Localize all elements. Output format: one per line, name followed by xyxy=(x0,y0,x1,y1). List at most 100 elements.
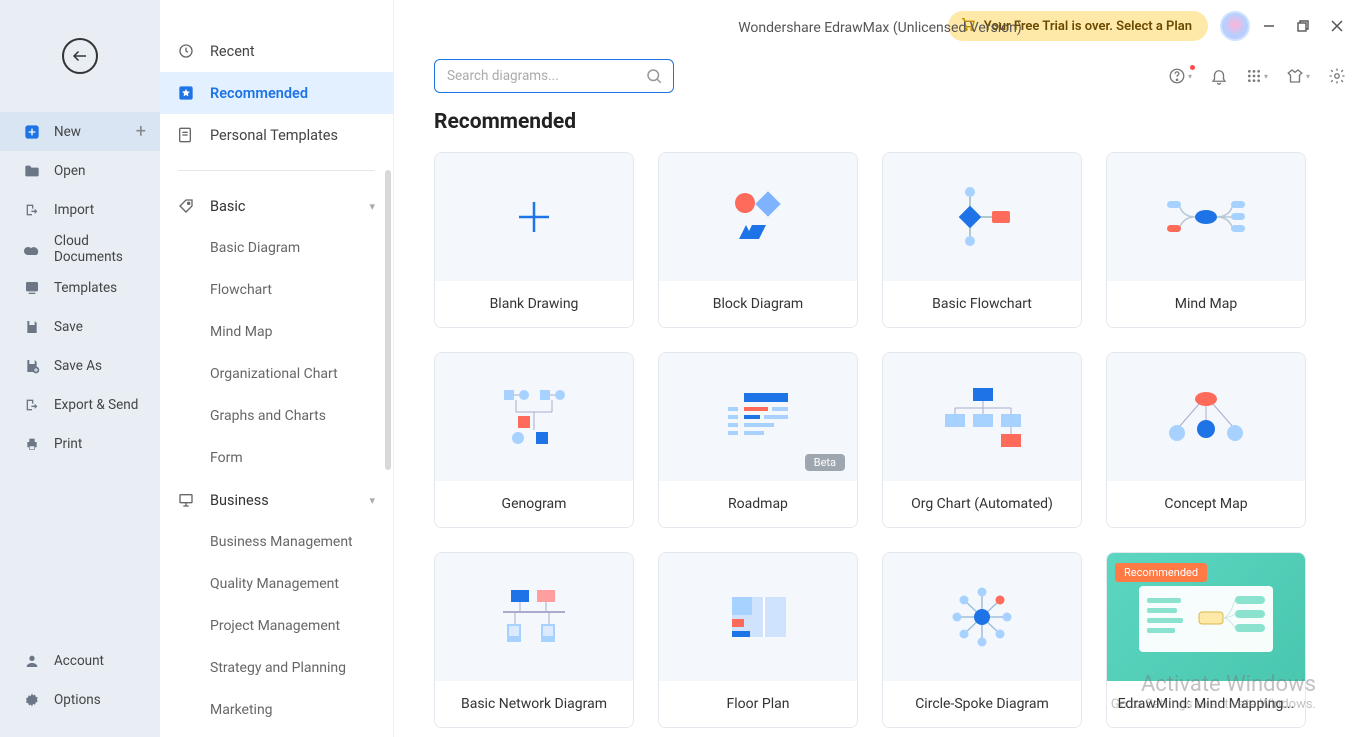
search-box[interactable] xyxy=(434,59,674,93)
group-label: Basic xyxy=(210,198,246,215)
bell-icon xyxy=(1210,67,1228,85)
back-button-wrap xyxy=(0,0,160,112)
presentation-icon xyxy=(178,492,196,508)
nav-cloud[interactable]: Cloud Documents xyxy=(0,229,160,268)
sub-form[interactable]: Form xyxy=(160,437,393,479)
template-grid: Blank Drawing Block Diagram xyxy=(434,152,1326,728)
nav-open[interactable]: Open xyxy=(0,151,160,190)
sub-marketing[interactable]: Marketing xyxy=(160,689,393,731)
tag-icon xyxy=(178,198,196,214)
bell-button[interactable] xyxy=(1210,67,1228,85)
nav-templates[interactable]: Templates xyxy=(0,268,160,307)
chevron-down-icon: ▾ xyxy=(1188,72,1192,81)
chevron-down-icon: ▾ xyxy=(369,200,375,213)
network-icon xyxy=(489,582,579,652)
card-edrawmind[interactable]: Recommended EdrawMind: Mind Map xyxy=(1106,552,1306,728)
group-business[interactable]: Business ▾ xyxy=(160,479,393,521)
shirt-icon xyxy=(1286,67,1304,85)
close-icon xyxy=(1331,20,1343,32)
nav-options[interactable]: Options xyxy=(0,680,160,719)
nav-import[interactable]: Import xyxy=(0,190,160,229)
sub-org-chart[interactable]: Organizational Chart xyxy=(160,353,393,395)
card-org-chart[interactable]: Org Chart (Automated) xyxy=(882,352,1082,528)
card-label: Blank Drawing xyxy=(435,281,633,327)
sub-basic-diagram[interactable]: Basic Diagram xyxy=(160,227,393,269)
help-icon xyxy=(1168,67,1186,85)
card-genogram[interactable]: Genogram xyxy=(434,352,634,528)
apps-button[interactable]: ▾ xyxy=(1246,68,1268,84)
nav-save-as[interactable]: Save As xyxy=(0,346,160,385)
primary-nav-bottom: Account Options xyxy=(0,641,160,737)
group-basic[interactable]: Basic ▾ xyxy=(160,185,393,227)
settings-button[interactable] xyxy=(1328,67,1346,85)
nav-label: Save xyxy=(54,319,83,335)
clock-icon xyxy=(178,43,196,59)
content: Recommended Blank Drawing xyxy=(394,100,1366,737)
nav-print[interactable]: Print xyxy=(0,424,160,463)
flowchart-icon xyxy=(942,182,1022,252)
theme-button[interactable]: ▾ xyxy=(1286,67,1310,85)
cat-recent[interactable]: Recent xyxy=(160,30,393,72)
card-roadmap[interactable]: Beta Roadmap xyxy=(658,352,858,528)
card-mind-map[interactable]: Mind Map xyxy=(1106,152,1306,328)
notification-dot xyxy=(1190,65,1195,70)
primary-nav: New + Open Import Cloud Documents Templa… xyxy=(0,112,160,641)
divider xyxy=(178,170,375,171)
sub-quality[interactable]: Quality Management xyxy=(160,563,393,605)
edrawmind-preview-icon xyxy=(1131,572,1281,662)
card-block-diagram[interactable]: Block Diagram xyxy=(658,152,858,328)
search-input[interactable] xyxy=(447,68,645,84)
sub-project[interactable]: Project Management xyxy=(160,605,393,647)
beta-badge: Beta xyxy=(805,454,845,471)
sub-strategy[interactable]: Strategy and Planning xyxy=(160,647,393,689)
cat-label: Recent xyxy=(210,43,255,60)
sub-flowchart[interactable]: Flowchart xyxy=(160,269,393,311)
close-button[interactable] xyxy=(1322,11,1352,41)
thumb: Beta xyxy=(659,353,857,481)
card-label: EdrawMind: Mind Mapping... xyxy=(1107,681,1305,727)
card-blank-drawing[interactable]: Blank Drawing xyxy=(434,152,634,328)
scrollbar[interactable] xyxy=(385,170,391,470)
nav-account[interactable]: Account xyxy=(0,641,160,680)
nav-new[interactable]: New + xyxy=(0,112,160,151)
nav-label: Save As xyxy=(54,358,102,374)
card-concept-map[interactable]: Concept Map xyxy=(1106,352,1306,528)
thumb xyxy=(435,153,633,281)
gear-icon xyxy=(1328,67,1346,85)
help-button[interactable]: ▾ xyxy=(1168,67,1192,85)
sub-graphs[interactable]: Graphs and Charts xyxy=(160,395,393,437)
thumb xyxy=(883,553,1081,681)
nav-label: Open xyxy=(54,163,85,179)
section-title: Recommended xyxy=(434,110,1326,134)
nav-save[interactable]: Save xyxy=(0,307,160,346)
category-sidebar: Recent Recommended Personal Templates Ba… xyxy=(160,0,394,737)
avatar[interactable] xyxy=(1220,11,1250,41)
minimize-button[interactable] xyxy=(1254,11,1284,41)
conceptmap-icon xyxy=(1161,387,1251,447)
chevron-down-icon: ▾ xyxy=(1264,72,1268,81)
toolbar: ▾ ▾ ▾ xyxy=(394,52,1366,100)
card-basic-flowchart[interactable]: Basic Flowchart xyxy=(882,152,1082,328)
back-button[interactable] xyxy=(62,38,98,74)
card-floor-plan[interactable]: Floor Plan xyxy=(658,552,858,728)
card-circle-spoke[interactable]: Circle-Spoke Diagram xyxy=(882,552,1082,728)
chevron-down-icon: ▾ xyxy=(369,494,375,507)
primary-sidebar: New + Open Import Cloud Documents Templa… xyxy=(0,0,160,737)
nav-export[interactable]: Export & Send xyxy=(0,385,160,424)
nav-label: Templates xyxy=(54,280,117,296)
thumb: Recommended xyxy=(1107,553,1305,681)
card-network[interactable]: Basic Network Diagram xyxy=(434,552,634,728)
nav-label: Export & Send xyxy=(54,397,138,413)
cat-label: Recommended xyxy=(210,85,308,102)
maximize-button[interactable] xyxy=(1288,11,1318,41)
sub-biz-mgmt[interactable]: Business Management xyxy=(160,521,393,563)
import-icon xyxy=(24,202,40,218)
sub-mind-map[interactable]: Mind Map xyxy=(160,311,393,353)
cat-personal[interactable]: Personal Templates xyxy=(160,114,393,156)
arrow-left-icon xyxy=(71,47,89,65)
search-icon xyxy=(645,67,663,85)
doc-icon xyxy=(178,127,196,143)
card-label: Basic Flowchart xyxy=(883,281,1081,327)
card-label: Roadmap xyxy=(659,481,857,527)
cat-recommended[interactable]: Recommended xyxy=(160,72,393,114)
